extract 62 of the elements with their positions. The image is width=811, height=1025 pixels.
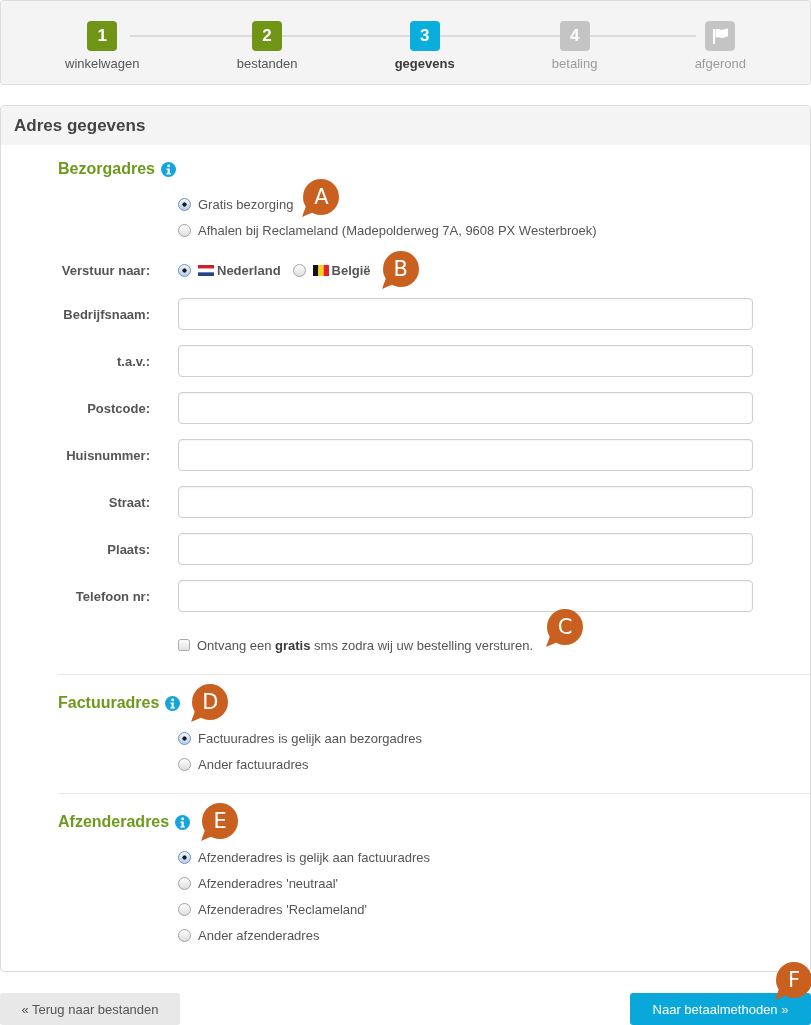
option-label[interactable]: België xyxy=(331,262,371,278)
radio-button[interactable] xyxy=(178,223,191,237)
checkbox[interactable] xyxy=(178,639,190,651)
step-label: gegevens xyxy=(394,56,455,72)
text-input[interactable] xyxy=(178,439,753,471)
step-badge: 1 xyxy=(87,21,118,51)
callout-badge: A xyxy=(301,179,340,217)
radio-button[interactable] xyxy=(178,263,191,277)
step-badge: 3 xyxy=(409,21,440,51)
radio-button[interactable] xyxy=(178,876,191,890)
field-label: Straat: xyxy=(107,494,150,510)
option-label[interactable]: Factuuradres is gelijk aan bezorgadres xyxy=(198,730,422,746)
field-label: Verstuur naar: xyxy=(60,262,150,278)
option-label[interactable]: Afzenderadres is gelijk aan factuuradres xyxy=(198,849,430,865)
radio-button[interactable] xyxy=(178,902,191,916)
field-label: Plaats: xyxy=(106,541,150,557)
option-label[interactable]: Gratis bezorging xyxy=(198,196,294,212)
field-label: Telefoon nr: xyxy=(74,588,150,604)
text-input[interactable] xyxy=(178,533,753,565)
section-heading: Factuuradres xyxy=(58,694,160,712)
field-label: Huisnummer: xyxy=(65,447,150,463)
text-input[interactable] xyxy=(178,298,753,330)
radio-button[interactable] xyxy=(178,197,191,211)
option-label[interactable]: Afzenderadres 'Reclameland' xyxy=(198,901,367,917)
text-input[interactable] xyxy=(178,580,753,612)
field-label: Bedrijfsnaam: xyxy=(62,306,150,322)
section-heading: Afzenderadres xyxy=(58,813,170,831)
checkbox-label[interactable]: Ontvang een gratis sms zodra wij uw bestelling versturen. xyxy=(197,637,533,653)
step-label: betaling xyxy=(551,56,598,72)
step-label: afgerond xyxy=(694,56,746,72)
field-label: t.a.v.: xyxy=(116,353,150,369)
info-icon[interactable] xyxy=(165,695,181,711)
radio-button[interactable] xyxy=(178,928,191,942)
callout-badge: B xyxy=(380,251,419,289)
option-label[interactable]: Ander factuuradres xyxy=(198,756,309,772)
step-label: winkelwagen xyxy=(65,56,140,72)
info-icon[interactable] xyxy=(160,161,176,177)
back-button[interactable]: « Terug naar bestanden xyxy=(0,993,180,1025)
callout-badge: D xyxy=(190,684,229,722)
info-icon[interactable] xyxy=(175,814,191,830)
text-input[interactable] xyxy=(178,345,753,377)
field-label: Postcode: xyxy=(86,400,150,416)
radio-button[interactable] xyxy=(292,263,306,277)
option-label[interactable]: Ander afzenderadres xyxy=(198,927,320,943)
section-heading: Bezorgadres xyxy=(58,160,155,178)
text-input[interactable] xyxy=(178,392,753,424)
callout-badge: F xyxy=(774,962,811,1000)
flag-icon xyxy=(198,264,214,276)
text-input[interactable] xyxy=(178,486,753,518)
option-label[interactable]: Nederland xyxy=(217,262,281,278)
step-badge: 4 xyxy=(559,21,590,51)
callout-badge: C xyxy=(545,609,583,647)
radio-button[interactable] xyxy=(178,850,191,864)
step-badge: 2 xyxy=(252,21,283,51)
panel-title: Adres gegevens xyxy=(14,115,146,136)
radio-button[interactable] xyxy=(178,757,191,771)
option-label[interactable]: Afzenderadres 'neutraal' xyxy=(198,875,339,891)
radio-button[interactable] xyxy=(178,731,191,745)
option-label[interactable]: Afhalen bij Reclameland (Madepolderweg 7A, 9608 PX Westerbroek) xyxy=(198,222,597,238)
flag-icon xyxy=(312,264,329,276)
callout-badge: E xyxy=(200,803,239,841)
step-label: bestanden xyxy=(236,56,298,72)
